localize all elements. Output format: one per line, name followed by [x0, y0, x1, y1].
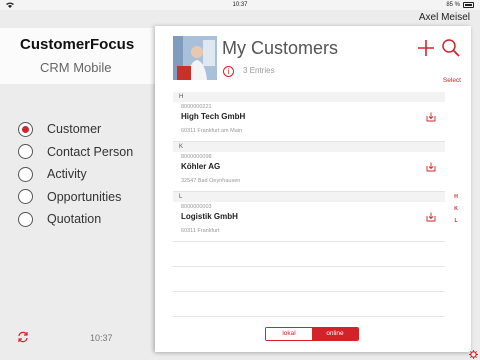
empty-row — [173, 267, 445, 292]
nav-item-customer[interactable]: Customer — [18, 118, 133, 141]
list-item[interactable]: 8000000098 Köhler AG 32547 Bad Oeynhause… — [173, 152, 445, 192]
empty-row — [173, 242, 445, 267]
app-subtitle: CRM Mobile — [40, 60, 112, 75]
nav-item-label: Customer — [47, 122, 102, 137]
radio-selected-icon — [18, 121, 33, 137]
nav-item-activity[interactable]: Activity — [18, 163, 133, 186]
customer-address: 60311 Frankfurt — [181, 228, 220, 234]
customer-address: 60311 Frankfurt am Main — [181, 128, 243, 134]
select-link[interactable]: Select — [443, 77, 461, 84]
app-title: CustomerFocus — [20, 36, 135, 53]
radio-icon — [18, 166, 33, 182]
toggle-lokal[interactable]: lokal — [266, 328, 312, 340]
nav-item-label: Quotation — [47, 212, 102, 227]
radio-icon — [18, 211, 33, 227]
radio-icon — [18, 144, 33, 160]
status-bar: 10:37 85 % — [0, 0, 480, 10]
nav-item-opportunities[interactable]: Opportunities — [18, 186, 133, 209]
plus-icon[interactable] — [417, 39, 435, 57]
customer-id: 8000000221 — [181, 104, 212, 110]
index-letter-l[interactable]: L — [452, 218, 460, 230]
user-name[interactable]: Axel Meisel — [419, 12, 470, 23]
customer-list: H 8000000221 High Tech GmbH 60311 Frankf… — [173, 92, 445, 317]
battery-icon — [463, 2, 474, 8]
section-header: K — [173, 142, 445, 152]
panel-title: My Customers — [222, 38, 339, 58]
nav-item-label: Opportunities — [47, 189, 122, 204]
customer-name: Köhler AG — [181, 162, 221, 171]
status-time: 10:37 — [232, 2, 248, 8]
customer-id: 8000000098 — [181, 154, 212, 160]
toggle-online[interactable]: online — [312, 328, 358, 340]
customer-address: 32547 Bad Oeynhausen — [181, 178, 241, 184]
main-nav: Customer Contact Person Activity Opportu… — [18, 118, 133, 231]
data-source-toggle: lokal online — [265, 327, 359, 341]
section-index: H K L — [452, 194, 460, 230]
list-item[interactable]: 8000000003 Logistik GmbH 60311 Frankfurt — [173, 202, 445, 242]
nav-item-label: Activity — [47, 167, 87, 182]
radio-icon — [18, 189, 33, 205]
customer-name: Logistik GmbH — [181, 212, 238, 221]
list-item[interactable]: 8000000221 High Tech GmbH 60311 Frankfur… — [173, 102, 445, 142]
nav-item-label: Contact Person — [47, 144, 134, 159]
customer-id: 8000000003 — [181, 204, 212, 210]
download-icon[interactable] — [426, 212, 436, 222]
customer-photo-thumbnail — [173, 36, 217, 80]
info-icon[interactable]: i — [223, 66, 234, 77]
index-letter-k[interactable]: K — [452, 206, 460, 218]
section-header: L — [173, 192, 445, 202]
download-icon[interactable] — [426, 162, 436, 172]
empty-row — [173, 292, 445, 317]
download-icon[interactable] — [426, 112, 436, 122]
battery-percent: 85 % — [446, 2, 460, 8]
customer-name: High Tech GmbH — [181, 112, 246, 121]
gear-icon[interactable] — [469, 350, 478, 359]
last-sync-time: 10:37 — [90, 333, 113, 343]
section-header: H — [173, 92, 445, 102]
sync-icon[interactable] — [17, 331, 29, 343]
nav-item-quotation[interactable]: Quotation — [18, 208, 133, 231]
customers-panel: My Customers i 3 Entries Select H 800000… — [155, 26, 471, 352]
search-icon[interactable] — [441, 38, 460, 57]
index-letter-h[interactable]: H — [452, 194, 460, 206]
nav-item-contact-person[interactable]: Contact Person — [18, 141, 133, 164]
entry-count: 3 Entries — [243, 66, 275, 75]
